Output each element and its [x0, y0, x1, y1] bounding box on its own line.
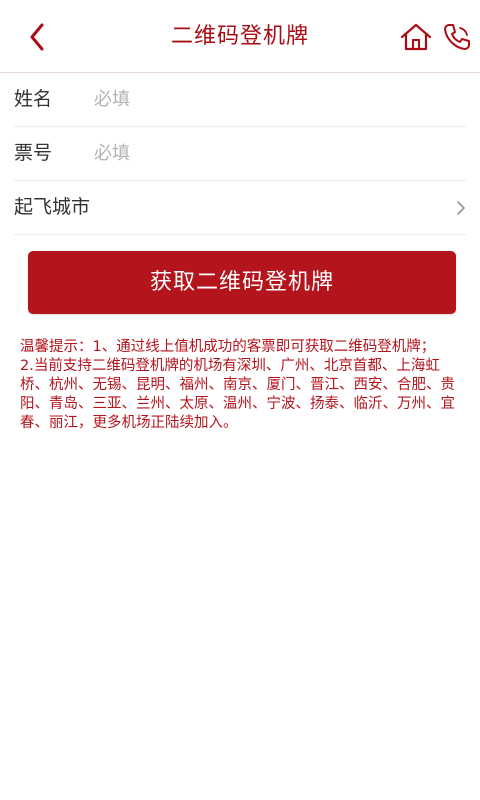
header-bar: 二维码登机牌	[0, 0, 480, 73]
tips-notice: 温馨提示：1、通过线上值机成功的客票即可获取二维码登机牌； 2.当前支持二维码登…	[20, 338, 460, 433]
tips-line-1: 温馨提示：1、通过线上值机成功的客票即可获取二维码登机牌；	[20, 339, 436, 355]
get-qr-boarding-pass-button[interactable]: 获取二维码登机牌	[28, 251, 456, 314]
name-input[interactable]	[94, 85, 434, 114]
phone-icon	[444, 24, 470, 50]
tips-line-2: 2.当前支持二维码登机牌的机场有深圳、广州、北京首都、上海虹桥、杭州、无锡、昆明…	[20, 358, 455, 431]
name-row: 姓名	[14, 73, 466, 127]
departure-city-label: 起飞城市	[14, 196, 91, 218]
ticket-number-input[interactable]	[94, 139, 434, 168]
ticket-number-row: 票号	[14, 127, 466, 181]
boarding-pass-form: 姓名 票号 起飞城市	[0, 73, 480, 235]
departure-city-row[interactable]: 起飞城市	[14, 181, 466, 235]
name-label: 姓名	[14, 88, 53, 110]
home-button[interactable]	[398, 20, 434, 54]
home-icon	[400, 23, 432, 51]
call-button[interactable]	[440, 20, 474, 54]
ticket-number-label: 票号	[14, 142, 53, 164]
chevron-right-icon	[457, 201, 465, 215]
